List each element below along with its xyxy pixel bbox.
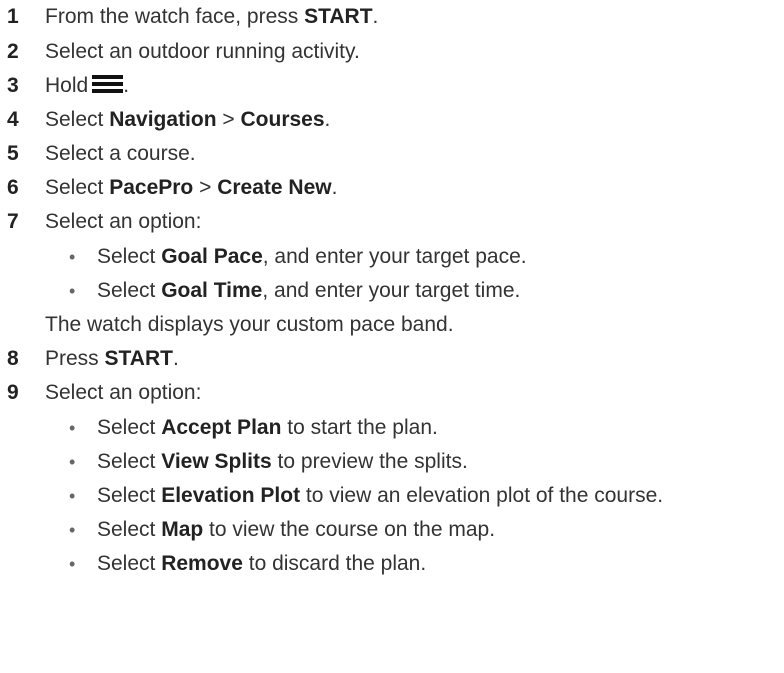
pacepro-label: PacePro: [109, 176, 194, 199]
bullet-icon: •: [69, 554, 76, 574]
step-number: 6: [7, 176, 19, 199]
menu-icon: [92, 75, 124, 94]
create-new-label: Create New: [217, 176, 332, 199]
step-number: 7: [7, 210, 19, 233]
bullet-icon: •: [69, 247, 76, 267]
step-text: Select an option:: [45, 210, 202, 233]
navigation-label: Navigation: [109, 108, 217, 131]
step-text: Select Navigation > Courses.: [45, 108, 331, 131]
step-number: 4: [7, 108, 19, 131]
step-number: 5: [7, 142, 19, 165]
start-key-label: START: [304, 5, 373, 28]
step-number: 8: [7, 347, 19, 370]
bullet-icon: •: [69, 418, 76, 438]
courses-label: Courses: [240, 108, 325, 131]
step-text: Select an option:: [45, 381, 202, 404]
bullet-icon: •: [69, 281, 76, 301]
step-text: Press START.: [45, 347, 179, 370]
step-number: 3: [7, 74, 19, 97]
bullet-icon: •: [69, 520, 76, 540]
start-key-label: START: [104, 347, 173, 370]
step-text: From the watch face, press START.: [45, 5, 379, 28]
step-text: Select an outdoor running activity.: [45, 40, 360, 63]
step-text: Select a course.: [45, 142, 196, 165]
step-number: 1: [7, 5, 19, 28]
step-text: Hold.: [45, 74, 130, 97]
step-text: Select PacePro > Create New.: [45, 176, 338, 199]
bullet-icon: •: [69, 452, 76, 472]
step-number: 9: [7, 381, 19, 404]
step-number: 2: [7, 40, 19, 63]
step-note: The watch displays your custom pace band…: [45, 313, 454, 336]
bullet-icon: •: [69, 486, 76, 506]
